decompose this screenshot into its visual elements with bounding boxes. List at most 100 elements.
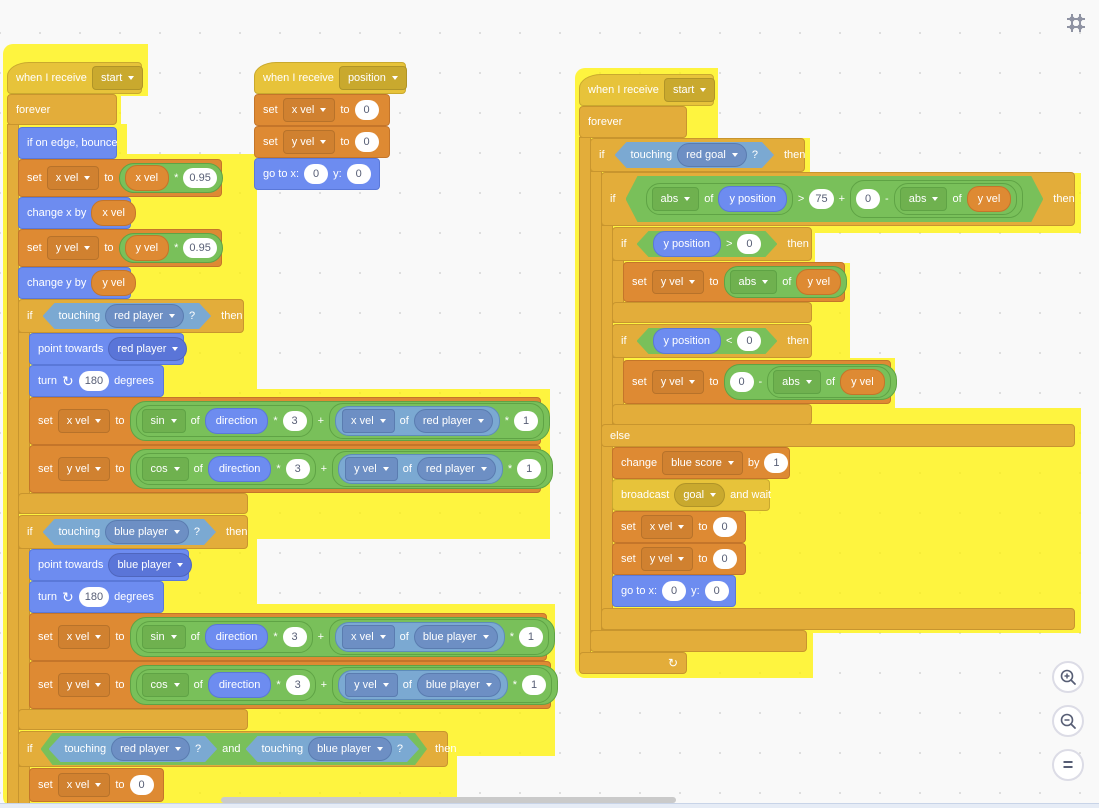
number-input[interactable]: 3 <box>282 411 307 431</box>
add-operator[interactable]: cos of direction * 3 + y vel of blue pla… <box>129 665 559 705</box>
number-input[interactable]: 0.95 <box>183 168 217 188</box>
variable-dropdown[interactable]: x vel <box>57 409 111 433</box>
math-function-dropdown[interactable]: abs <box>773 370 821 394</box>
sprite-dropdown[interactable]: blue player <box>308 737 392 761</box>
sensing-of-reporter[interactable]: y vel of blue player <box>338 670 508 700</box>
sensing-of-reporter[interactable]: x vel of red player <box>335 406 500 436</box>
forever-block[interactable]: forever <box>7 94 117 125</box>
number-input[interactable]: 0 <box>737 234 761 254</box>
y-position-reporter[interactable]: y position <box>653 328 721 354</box>
if-y-position-negative-block[interactable]: if y position < 0 then <box>612 324 812 358</box>
turn-block[interactable]: turn ↻ 180 degrees <box>29 365 164 397</box>
if-touching-both-block[interactable]: if touching red player ? and touching bl… <box>18 731 456 767</box>
add-operator[interactable]: sin of direction * 3 + x vel of blue pla… <box>129 617 555 657</box>
attribute-dropdown[interactable]: x vel <box>342 409 395 433</box>
when-i-receive-hat-block[interactable]: when I receive start <box>579 74 716 106</box>
set-x-vel-block[interactable]: set x vel to 0 <box>29 768 164 802</box>
set-x-vel-block[interactable]: set x vel to sin of direction * 3 + x ve… <box>29 397 551 445</box>
multiply-operator[interactable]: x vel of blue player * 1 <box>329 619 549 655</box>
x-vel-reporter[interactable]: x vel <box>91 200 136 226</box>
broadcast-and-wait-block[interactable]: broadcast goal and wait <box>612 479 771 511</box>
code-workspace[interactable]: when I receive start forever if on edge,… <box>0 0 1099 808</box>
multiply-operator[interactable]: y vel of red player * 1 <box>332 451 548 487</box>
change-y-by-block[interactable]: change y by y vel <box>18 267 136 299</box>
y-vel-reporter[interactable]: y vel <box>91 270 136 296</box>
y-position-reporter[interactable]: y position <box>653 231 721 257</box>
message-dropdown[interactable]: start <box>663 78 716 102</box>
abs-of-reporter[interactable]: abs of y vel <box>767 366 891 398</box>
y-vel-reporter[interactable]: y vel <box>796 269 842 295</box>
number-input[interactable]: 3 <box>285 675 310 695</box>
multiply-operator[interactable]: cos of direction * 3 <box>135 453 316 485</box>
subtract-operator[interactable]: 0 - abs of y vel <box>850 180 1023 218</box>
go-to-xy-block[interactable]: go to x: 0 y: 0 <box>254 158 380 190</box>
multiply-operator[interactable]: y vel * 0.95 <box>118 233 223 263</box>
multiply-operator[interactable]: cos of direction * 3 <box>135 669 316 701</box>
variable-dropdown[interactable]: x vel <box>46 166 100 190</box>
if-else-abs-block[interactable]: if abs of y position > 75 + 0 - abs of y… <box>601 172 1075 226</box>
variable-dropdown[interactable]: y vel <box>282 130 336 154</box>
subtract-operator[interactable]: 0 - abs of y vel <box>723 364 897 400</box>
math-function-dropdown[interactable]: sin <box>141 409 186 433</box>
number-input[interactable]: 0 <box>737 331 761 351</box>
variable-dropdown[interactable]: x vel <box>640 515 694 539</box>
greater-than-operator[interactable]: abs of y position > 75 + 0 - abs of y ve… <box>626 176 1044 222</box>
set-x-vel-block[interactable]: set x vel to x vel * 0.95 <box>18 159 223 197</box>
set-y-vel-block[interactable]: set y vel to abs of y vel <box>623 262 848 302</box>
number-input[interactable]: 0 <box>712 549 737 569</box>
x-input[interactable]: 0 <box>304 164 329 184</box>
x-input[interactable]: 0 <box>662 581 687 601</box>
multiply-operator[interactable]: sin of direction * 3 <box>135 621 313 653</box>
direction-reporter[interactable]: direction <box>204 408 269 434</box>
if-on-edge-bounce-block[interactable]: if on edge, bounce <box>18 127 118 159</box>
number-input[interactable]: 3 <box>282 627 307 647</box>
touching-condition[interactable]: touching red player ? <box>49 736 218 762</box>
message-dropdown[interactable]: start <box>91 66 144 90</box>
degrees-input[interactable]: 180 <box>78 587 110 607</box>
point-towards-block[interactable]: point towards red player <box>29 333 188 365</box>
if-touching-red-block[interactable]: if touching red player ? then <box>18 299 244 333</box>
variable-dropdown[interactable]: y vel <box>57 457 111 481</box>
sprite-dropdown[interactable]: red player <box>111 737 190 761</box>
less-than-operator[interactable]: y position < 0 <box>637 328 778 354</box>
direction-reporter[interactable]: direction <box>207 456 272 482</box>
sprite-dropdown[interactable]: red player <box>108 337 188 361</box>
variable-dropdown[interactable]: y vel <box>46 236 100 260</box>
y-position-reporter[interactable]: y position <box>718 186 786 212</box>
math-function-dropdown[interactable]: cos <box>141 457 189 481</box>
math-function-dropdown[interactable]: abs <box>900 187 948 211</box>
attribute-dropdown[interactable]: x vel <box>342 625 395 649</box>
number-input[interactable]: 1 <box>514 411 539 431</box>
y-vel-reporter[interactable]: y vel <box>967 186 1012 212</box>
multiply-operator[interactable]: x vel of red player * 1 <box>329 403 545 439</box>
set-y-vel-block[interactable]: set y vel to cos of direction * 3 + y ve… <box>29 661 559 709</box>
y-vel-reporter[interactable]: y vel <box>840 369 885 395</box>
zoom-in-button[interactable] <box>1052 661 1084 693</box>
number-input[interactable]: 0 <box>354 132 379 152</box>
x-vel-reporter[interactable]: x vel <box>124 165 170 191</box>
number-input[interactable]: 1 <box>518 627 543 647</box>
number-input[interactable]: 0 <box>354 100 379 120</box>
sprite-dropdown[interactable]: red player <box>416 457 496 481</box>
degrees-input[interactable]: 180 <box>78 371 110 391</box>
variable-dropdown[interactable]: y vel <box>57 673 111 697</box>
message-dropdown[interactable]: goal <box>674 483 726 507</box>
if-touching-blue-block[interactable]: if touching blue player ? then <box>18 515 248 549</box>
touching-condition[interactable]: touching red goal ? <box>615 142 774 168</box>
sprite-dropdown[interactable]: blue player <box>105 520 189 544</box>
variable-dropdown[interactable]: blue score <box>662 451 743 475</box>
number-input[interactable]: 1 <box>522 675 547 695</box>
number-input[interactable]: 3 <box>285 459 310 479</box>
math-function-dropdown[interactable]: abs <box>729 270 778 294</box>
attribute-dropdown[interactable]: y vel <box>345 673 398 697</box>
when-i-receive-hat-block[interactable]: when I receive start <box>7 62 144 94</box>
set-y-vel-block[interactable]: set y vel to 0 - abs of y vel <box>623 360 897 404</box>
touching-condition[interactable]: touching blue player ? <box>246 736 420 762</box>
turn-block[interactable]: turn ↻ 180 degrees <box>29 581 164 613</box>
cleanup-button[interactable] <box>1066 13 1086 33</box>
sprite-dropdown[interactable]: blue player <box>108 553 193 577</box>
abs-of-reporter[interactable]: abs of y position <box>646 183 793 215</box>
change-blue-score-block[interactable]: change blue score by 1 <box>612 447 790 479</box>
add-operator[interactable]: sin of direction * 3 + x vel of red play… <box>129 401 551 441</box>
set-y-vel-block[interactable]: set y vel to 0 <box>254 126 390 158</box>
